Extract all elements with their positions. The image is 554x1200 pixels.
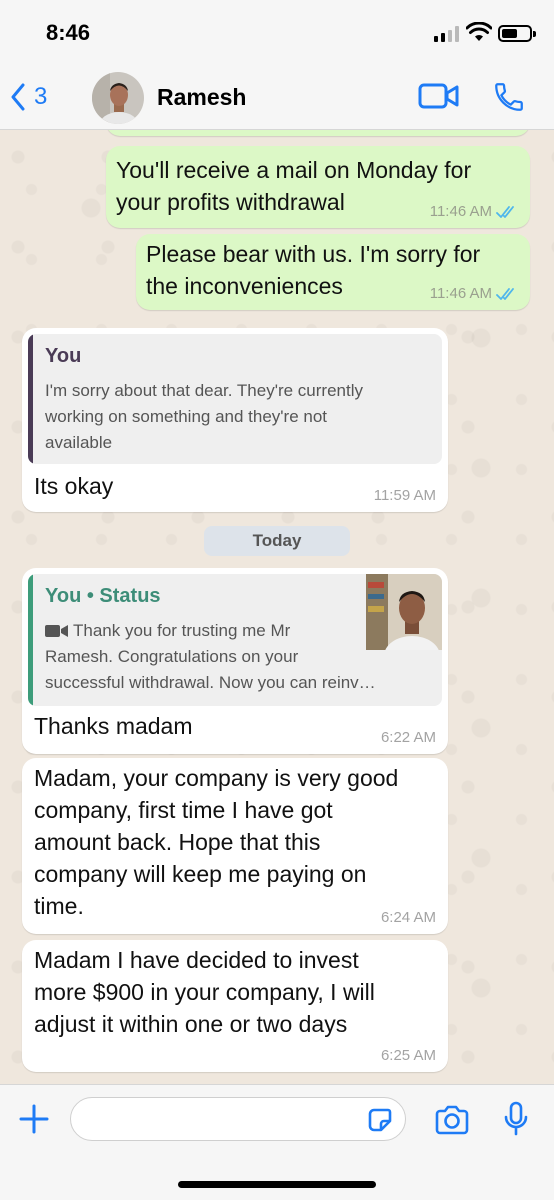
message-bubble-incoming[interactable]: Madam I have decided to invest more $900…	[22, 940, 448, 1072]
message-bubble-incoming[interactable]: You I'm sorry about that dear. They're c…	[22, 328, 448, 512]
message-meta: 6:22 AM	[381, 729, 436, 746]
message-text-line: Madam I have decided to invest	[34, 947, 359, 973]
message-text-line: Please bear with us. I'm sorry for	[146, 241, 481, 267]
message-bubble-outgoing-partial[interactable]	[106, 130, 530, 136]
back-chevron-icon	[11, 83, 25, 111]
message-meta: 11:46 AM	[430, 285, 518, 302]
message-time: 6:24 AM	[380, 909, 436, 926]
message-meta: 11:59 AM	[374, 487, 436, 504]
message-text-line: You'll receive a mail on Monday for	[116, 157, 472, 183]
quoted-text-line: Thank you for trusting me Mr	[73, 621, 291, 640]
message-text-line: adjust it within one or two days	[34, 1011, 348, 1037]
quoted-text-line: I'm sorry about that dear. They're curre…	[45, 381, 363, 400]
video-call-icon[interactable]	[418, 82, 460, 110]
message-time: 6:25 AM	[380, 1047, 436, 1064]
quoted-status[interactable]: You • Status Thank you for trusting me M…	[28, 574, 442, 706]
quoted-author: You	[45, 345, 82, 367]
double-check-icon	[496, 287, 514, 300]
contact-avatar[interactable]	[92, 72, 144, 124]
day-divider: Today	[204, 526, 350, 556]
status-time: 8:46	[46, 20, 91, 45]
status-thumbnail[interactable]	[366, 574, 442, 650]
camera-icon[interactable]	[434, 1105, 470, 1135]
quoted-text-line: successful withdrawal. Now you can reinv…	[45, 673, 376, 692]
message-text-line: company will keep me paying on	[34, 861, 367, 887]
wifi-icon	[466, 22, 492, 41]
message-bubble-incoming[interactable]: Madam, your company is very good company…	[22, 758, 448, 934]
back-button[interactable]: 3	[10, 80, 47, 114]
message-text-line: time.	[34, 893, 84, 919]
chat-header: 3 Ramesh	[0, 64, 554, 130]
message-time: 11:46 AM	[429, 203, 492, 220]
message-time: 6:22 AM	[380, 729, 436, 746]
phone-icon[interactable]	[492, 80, 526, 114]
quoted-text-line: available	[45, 433, 113, 452]
video-camera-icon	[45, 625, 68, 637]
message-input[interactable]	[70, 1097, 406, 1141]
message-text-line: your profits withdrawal	[116, 189, 345, 215]
status-bar: 8:46	[0, 0, 554, 64]
quoted-text-line: working on something and they're not	[45, 407, 328, 426]
message-meta: 11:46 AM	[430, 203, 518, 220]
quoted-author: You • Status	[45, 585, 161, 607]
message-bubble-outgoing[interactable]: You'll receive a mail on Monday for your…	[106, 146, 530, 228]
message-text-line: more $900 in your company, I will	[34, 979, 375, 1005]
quoted-text-line: Ramesh. Congratulations on your	[45, 647, 299, 666]
cellular-signal-icon	[434, 26, 460, 42]
double-check-icon	[496, 205, 514, 218]
plus-icon[interactable]	[18, 1103, 50, 1135]
message-text-line: Madam, your company is very good	[34, 765, 399, 791]
message-text: Its okay	[34, 473, 114, 499]
contact-name[interactable]: Ramesh	[157, 84, 246, 111]
message-input-bar	[0, 1084, 554, 1200]
message-time: 11:46 AM	[429, 285, 492, 302]
message-meta: 6:24 AM	[381, 909, 436, 926]
message-meta: 6:25 AM	[381, 1047, 436, 1064]
message-bubble-outgoing[interactable]: Please bear with us. I'm sorry for the i…	[136, 234, 530, 310]
chat-area[interactable]: You'll receive a mail on Monday for your…	[0, 130, 554, 1084]
quoted-message[interactable]: You I'm sorry about that dear. They're c…	[28, 334, 442, 464]
message-time: 11:59 AM	[373, 487, 436, 504]
unread-chats-count: 3	[34, 83, 48, 110]
message-bubble-incoming[interactable]: You • Status Thank you for trusting me M…	[22, 568, 448, 754]
sticker-icon[interactable]	[366, 1106, 394, 1134]
message-text-line: company, first time I have got	[34, 797, 333, 823]
home-indicator	[178, 1181, 376, 1188]
message-text-line: amount back. Hope that this	[34, 829, 321, 855]
message-text: Thanks madam	[34, 713, 193, 739]
battery-icon	[498, 25, 536, 42]
microphone-icon[interactable]	[503, 1101, 529, 1137]
